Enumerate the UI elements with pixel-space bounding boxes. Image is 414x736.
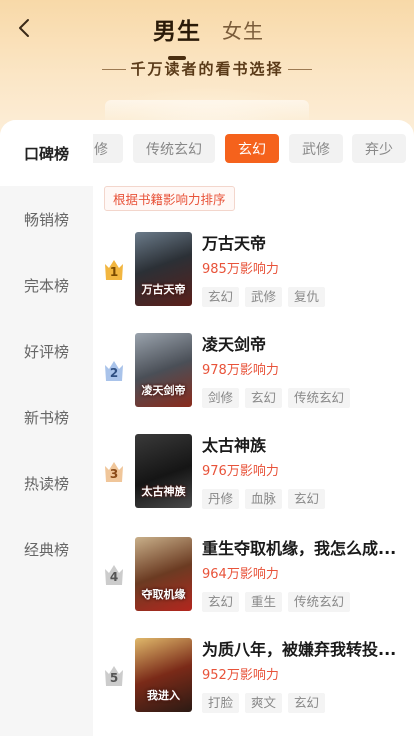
rank-badge: 1 [103, 256, 125, 282]
book-tag[interactable]: 玄幻 [288, 693, 326, 713]
book-cover[interactable]: 万古天帝 [135, 232, 192, 306]
sidebar-item-jingdian[interactable]: 经典榜 [0, 516, 93, 582]
cover-title: 夺取机缘 [141, 587, 186, 601]
book-tags: 玄幻 重生 传统玄幻 [202, 591, 356, 613]
tab-female[interactable]: 女生 [222, 15, 264, 44]
book-title: 太古神族 [202, 436, 267, 455]
sidebar-item-changxiao[interactable]: 畅销榜 [0, 186, 93, 252]
gender-tabs: 男生 女生 [0, 12, 414, 60]
book-row[interactable]: 2 凌天剑帝 凌天剑帝 978万影响力 剑修 玄幻 传统玄幻 [93, 333, 414, 423]
book-row[interactable]: 1 万古天帝 万古天帝 985万影响力 玄幻 武修 复仇 [93, 232, 414, 322]
sidebar-item-wanben[interactable]: 完本榜 [0, 252, 93, 318]
book-tag[interactable]: 复仇 [288, 287, 326, 307]
subtitle-dash-right [287, 69, 312, 70]
sidebar-item-haoping[interactable]: 好评榜 [0, 318, 93, 384]
rank-badge: 3 [103, 458, 125, 484]
book-tag[interactable]: 爽文 [245, 693, 283, 713]
genre-chip[interactable]: 武修 [289, 134, 343, 163]
book-tags: 玄幻 武修 复仇 [202, 286, 331, 308]
sidebar-item-redu[interactable]: 热读榜 [0, 450, 93, 516]
book-cover[interactable]: 我进入 [135, 638, 192, 712]
rank-badge: 4 [103, 561, 125, 587]
cover-title: 万古天帝 [141, 282, 186, 296]
book-cover[interactable]: 太古神族 [135, 434, 192, 508]
rank-number: 2 [109, 366, 119, 380]
genre-chip[interactable]: 传统玄幻 [133, 134, 215, 163]
book-row[interactable]: 3 太古神族 太古神族 976万影响力 丹修 血脉 玄幻 [93, 434, 414, 524]
book-tag[interactable]: 剑修 [202, 388, 240, 408]
ranking-card: 口碑榜 畅销榜 完本榜 好评榜 新书榜 热读榜 经典榜 修 传统玄幻 玄幻 武修… [0, 120, 414, 736]
book-title: 万古天帝 [202, 234, 267, 253]
book-cover[interactable]: 凌天剑帝 [135, 333, 192, 407]
genre-filter-bar: 修 传统玄幻 玄幻 武修 弃少 [93, 134, 414, 164]
book-tag[interactable]: 传统玄幻 [288, 592, 351, 612]
book-influence: 978万影响力 [202, 363, 279, 378]
genre-chip[interactable]: 弃少 [352, 134, 406, 163]
book-influence: 976万影响力 [202, 464, 279, 479]
subtitle-dash-left [102, 69, 127, 70]
subtitle-text: 千万读者的看书选择 [130, 60, 284, 78]
book-tag[interactable]: 玄幻 [202, 592, 240, 612]
book-tag[interactable]: 武修 [245, 287, 283, 307]
ranking-sidebar: 口碑榜 畅销榜 完本榜 好评榜 新书榜 热读榜 经典榜 [0, 120, 93, 736]
book-cover[interactable]: 夺取机缘 [135, 537, 192, 611]
book-influence: 952万影响力 [202, 668, 279, 683]
book-tag[interactable]: 玄幻 [202, 287, 240, 307]
book-title: 凌天剑帝 [202, 335, 267, 354]
genre-chip[interactable]: 修 [93, 134, 123, 163]
rank-badge: 2 [103, 357, 125, 383]
book-tag[interactable]: 玄幻 [245, 388, 283, 408]
rank-badge: 5 [103, 662, 125, 688]
book-row[interactable]: 5 我进入 为质八年，被嫌弃我转投... 952万影响力 打脸 爽文 玄幻 [93, 638, 414, 728]
book-tag[interactable]: 打脸 [202, 693, 240, 713]
cover-title: 我进入 [147, 688, 180, 702]
sidebar-item-xinshu[interactable]: 新书榜 [0, 384, 93, 450]
book-tag[interactable]: 玄幻 [288, 489, 326, 509]
book-tags: 剑修 玄幻 传统玄幻 [202, 387, 356, 409]
sidebar-item-koubei[interactable]: 口碑榜 [0, 120, 93, 186]
book-tags: 丹修 血脉 玄幻 [202, 488, 331, 510]
sort-hint: 根据书籍影响力排序 [104, 186, 235, 211]
banner-subtitle: 千万读者的看书选择 [0, 58, 414, 79]
rank-number: 5 [109, 671, 119, 685]
cover-title: 凌天剑帝 [141, 383, 186, 397]
book-tag[interactable]: 重生 [245, 592, 283, 612]
genre-chip-active[interactable]: 玄幻 [225, 134, 279, 163]
book-tag[interactable]: 丹修 [202, 489, 240, 509]
rank-number: 3 [109, 467, 119, 481]
cover-title: 太古神族 [141, 484, 186, 498]
book-tag[interactable]: 血脉 [245, 489, 283, 509]
book-tags: 打脸 爽文 玄幻 [202, 692, 331, 714]
rank-number: 1 [109, 265, 119, 279]
book-title: 为质八年，被嫌弃我转投... [202, 640, 397, 659]
book-influence: 985万影响力 [202, 262, 279, 277]
book-title: 重生夺取机缘，我怎么成... [202, 539, 397, 558]
rank-number: 4 [109, 570, 119, 584]
book-row[interactable]: 4 夺取机缘 重生夺取机缘，我怎么成... 964万影响力 玄幻 重生 传统玄幻 [93, 537, 414, 627]
book-influence: 964万影响力 [202, 567, 279, 582]
tab-male[interactable]: 男生 [153, 12, 201, 46]
book-tag[interactable]: 传统玄幻 [288, 388, 351, 408]
